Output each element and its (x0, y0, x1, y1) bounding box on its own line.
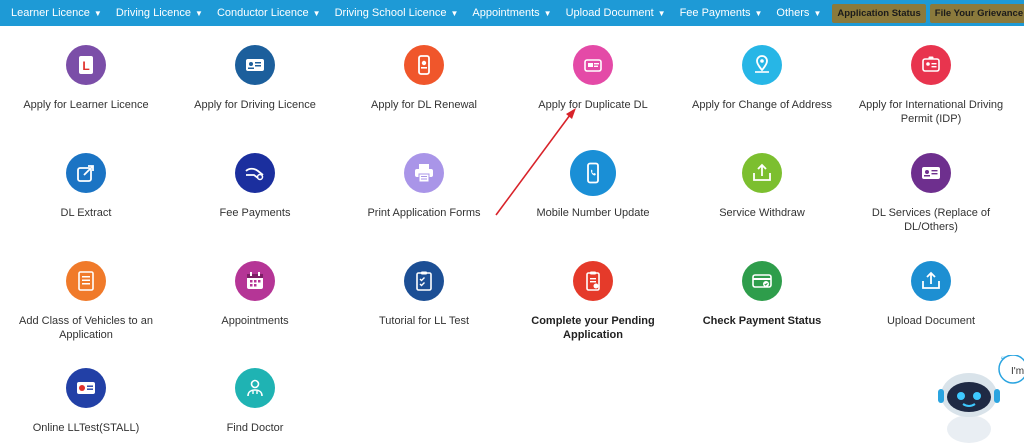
service-label: Apply for DL Renewal (371, 99, 477, 111)
change-address-icon (742, 45, 782, 85)
service-dl-services[interactable]: DL Services (Replace of DL/Others) (846, 153, 1016, 234)
service-label: Add Class of Vehicles to an Application (19, 315, 153, 341)
nav-label: Driving Licence (115, 7, 192, 19)
nav-driving-licence[interactable]: Driving Licence ▼ (109, 0, 210, 26)
service-apply-driving-licence[interactable]: Apply for Driving Licence (170, 45, 340, 112)
caret-down-icon: ▼ (543, 8, 552, 18)
service-apply-duplicate-dl[interactable]: Apply for Duplicate DL (508, 45, 678, 112)
service-label: DL Extract (60, 207, 112, 219)
service-label: Check Payment Status (702, 315, 822, 327)
appointments-icon (235, 261, 275, 301)
service-label: Find Doctor (226, 422, 284, 434)
service-label: DL Services (Replace of DL/Others) (871, 207, 991, 233)
chatbot-widget[interactable]: I'm “ (935, 354, 1024, 443)
service-label: Complete your Pending Application (531, 315, 655, 341)
service-withdraw[interactable]: Service Withdraw (677, 153, 847, 220)
service-appointments[interactable]: Appointments (170, 261, 340, 328)
nav-learner-licence[interactable]: Learner Licence ▼ (4, 0, 109, 26)
service-label: Apply for Learner Licence (23, 99, 149, 111)
nav-driving-school-licence[interactable]: Driving School Licence ▼ (328, 0, 466, 26)
robot-icon: I'm “ (938, 354, 1024, 443)
service-label: Service Withdraw (719, 207, 805, 219)
nav-label: Fee Payments (679, 7, 751, 19)
dl-services-icon (911, 153, 951, 193)
service-dl-extract[interactable]: DL Extract (1, 153, 171, 220)
service-label: Appointments (221, 315, 289, 327)
service-check-payment-status[interactable]: Check Payment Status (677, 261, 847, 328)
service-withdraw-icon (742, 153, 782, 193)
pending-application-icon (573, 261, 613, 301)
service-apply-learner-licence[interactable]: L Apply for Learner Licence (1, 45, 171, 112)
caret-down-icon: ▼ (813, 8, 822, 18)
upload-document-icon (911, 261, 951, 301)
service-online-lltest[interactable]: Online LLTest(STALL) (1, 368, 171, 435)
service-international-driving-permit[interactable]: Apply for International Driving Permit (… (846, 45, 1016, 126)
mobile-update-icon (570, 150, 616, 196)
nav-appointments[interactable]: Appointments ▼ (465, 0, 558, 26)
service-tutorial-ll-test[interactable]: Tutorial for LL Test (339, 261, 509, 328)
service-add-class-of-vehicles[interactable]: Add Class of Vehicles to an Application (1, 261, 171, 342)
bot-bubble-text: I'm (1011, 366, 1024, 377)
nav-label: Learner Licence (11, 7, 90, 19)
service-fee-payments[interactable]: Fee Payments (170, 153, 340, 220)
svg-text:“: “ (1001, 355, 1005, 368)
service-find-doctor[interactable]: Find Doctor (170, 368, 340, 435)
service-label: Fee Payments (219, 207, 291, 219)
print-icon (404, 153, 444, 193)
service-label: Online LLTest(STALL) (32, 422, 140, 434)
service-label: Mobile Number Update (536, 207, 650, 219)
nav-fee-payments[interactable]: Fee Payments ▼ (673, 0, 770, 26)
caret-down-icon: ▼ (195, 8, 203, 18)
nav-label: Upload Document (565, 7, 654, 19)
nav-label: Others (776, 7, 810, 19)
idp-icon (911, 45, 951, 85)
learner-licence-icon: L (66, 45, 106, 85)
service-complete-pending-application[interactable]: Complete your Pending Application (508, 261, 678, 342)
caret-down-icon: ▼ (312, 8, 321, 18)
online-lltest-icon (66, 368, 106, 408)
driving-licence-icon (235, 45, 275, 85)
caret-down-icon: ▼ (657, 8, 666, 18)
service-upload-document[interactable]: Upload Document (846, 261, 1016, 328)
svg-text:L: L (82, 59, 89, 73)
file-grievance-button[interactable]: File Your Grievance (929, 3, 1024, 23)
service-label: Apply for Change of Address (691, 99, 833, 111)
nav-label: Driving School Licence (334, 7, 447, 19)
application-status-button[interactable]: Application Status (832, 3, 926, 23)
fee-payments-icon (235, 153, 275, 193)
caret-down-icon: ▼ (754, 8, 763, 18)
dl-extract-icon (66, 153, 106, 193)
caret-down-icon: ▼ (450, 8, 459, 18)
duplicate-dl-icon (573, 45, 613, 85)
service-label: Apply for Duplicate DL (538, 99, 648, 111)
dl-renewal-icon (404, 45, 444, 85)
find-doctor-icon (235, 368, 275, 408)
top-navbar: Learner Licence ▼ Driving Licence ▼ Conduc… (0, 0, 1024, 26)
nav-others[interactable]: Others ▼ (769, 0, 828, 26)
nav-label: Conductor Licence (216, 7, 309, 19)
service-print-application-forms[interactable]: Print Application Forms (339, 153, 509, 220)
payment-status-icon (742, 261, 782, 301)
service-change-of-address[interactable]: Apply for Change of Address (677, 45, 847, 112)
nav-label: Appointments (472, 7, 540, 19)
nav-upload-document[interactable]: Upload Document ▼ (559, 0, 673, 26)
service-label: Apply for International Driving Permit (… (858, 99, 1004, 125)
caret-down-icon: ▼ (93, 8, 102, 18)
service-apply-dl-renewal[interactable]: Apply for DL Renewal (339, 45, 509, 112)
nav-conductor-licence[interactable]: Conductor Licence ▼ (210, 0, 328, 26)
service-label: Apply for Driving Licence (194, 99, 316, 111)
add-class-icon (66, 261, 106, 301)
service-label: Tutorial for LL Test (378, 315, 470, 327)
service-label: Upload Document (886, 315, 976, 327)
tutorial-icon (404, 261, 444, 301)
service-mobile-number-update[interactable]: Mobile Number Update (508, 150, 678, 220)
service-label: Print Application Forms (367, 207, 481, 219)
